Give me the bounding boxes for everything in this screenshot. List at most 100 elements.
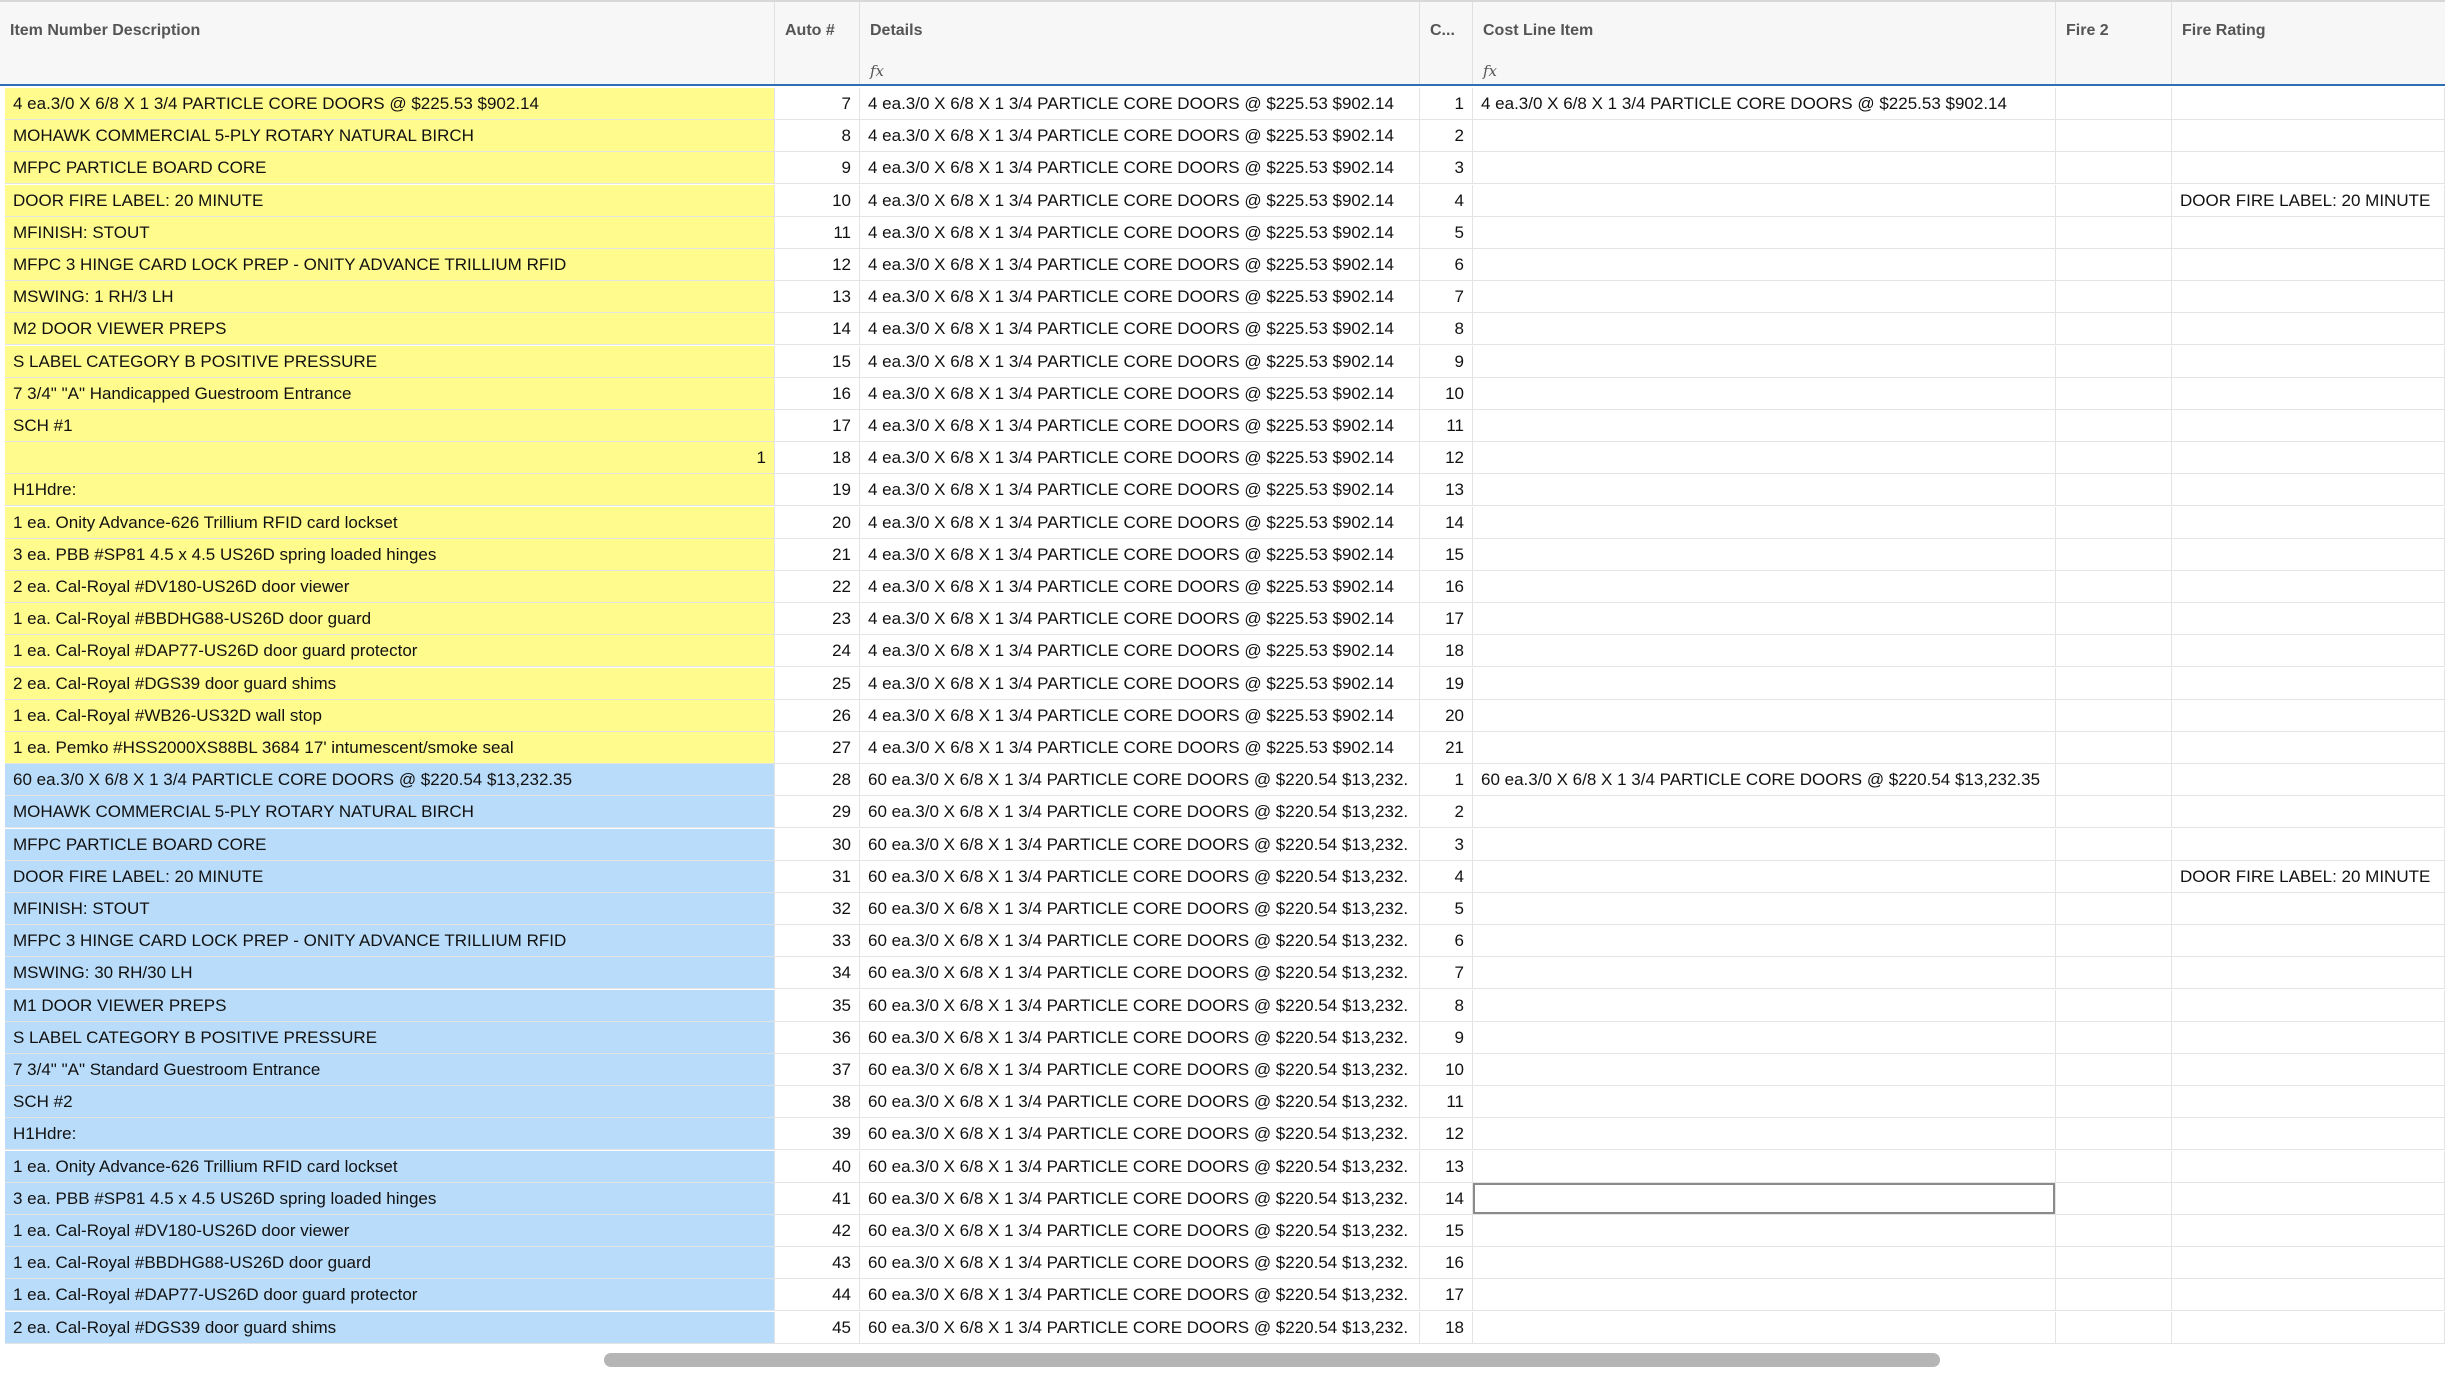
details-cell[interactable]: 4 ea.3/0 X 6/8 X 1 3/4 PARTICLE CORE DOO…: [860, 571, 1420, 603]
c-cell[interactable]: 2: [1420, 120, 1473, 152]
column-header-c[interactable]: C...: [1420, 2, 1473, 84]
table-row[interactable]: 60 ea.3/0 X 6/8 X 1 3/4 PARTICLE CORE DO…: [5, 764, 2445, 796]
fire-2-cell[interactable]: [2056, 635, 2172, 667]
column-header-cost-line-item[interactable]: Cost Line Item fx: [1473, 2, 2056, 84]
c-cell[interactable]: 16: [1420, 1247, 1473, 1279]
details-cell[interactable]: 4 ea.3/0 X 6/8 X 1 3/4 PARTICLE CORE DOO…: [860, 185, 1420, 217]
fire-rating-cell[interactable]: [2172, 990, 2445, 1022]
c-cell[interactable]: 18: [1420, 635, 1473, 667]
c-cell[interactable]: 21: [1420, 732, 1473, 764]
description-cell[interactable]: MFPC PARTICLE BOARD CORE: [5, 152, 775, 184]
fire-2-cell[interactable]: [2056, 764, 2172, 796]
details-cell[interactable]: 60 ea.3/0 X 6/8 X 1 3/4 PARTICLE CORE DO…: [860, 1054, 1420, 1086]
auto-number-cell[interactable]: 44: [775, 1279, 860, 1311]
cost-line-item-cell[interactable]: [1473, 796, 2056, 828]
fire-2-cell[interactable]: [2056, 1022, 2172, 1054]
cost-line-item-cell[interactable]: [1473, 1279, 2056, 1311]
table-row[interactable]: S LABEL CATEGORY B POSITIVE PRESSURE3660…: [5, 1022, 2445, 1054]
fire-rating-cell[interactable]: [2172, 1183, 2445, 1215]
fire-rating-cell[interactable]: [2172, 957, 2445, 989]
table-row[interactable]: 1 ea. Cal-Royal #BBDHG88-US26D door guar…: [5, 603, 2445, 635]
cost-line-item-cell[interactable]: [1473, 249, 2056, 281]
description-cell[interactable]: SCH #2: [5, 1086, 775, 1118]
fire-2-cell[interactable]: [2056, 957, 2172, 989]
description-cell[interactable]: 7 3/4" "A" Handicapped Guestroom Entranc…: [5, 378, 775, 410]
table-row[interactable]: MSWING: 30 RH/30 LH3460 ea.3/0 X 6/8 X 1…: [5, 957, 2445, 989]
details-cell[interactable]: 60 ea.3/0 X 6/8 X 1 3/4 PARTICLE CORE DO…: [860, 1279, 1420, 1311]
fire-rating-cell[interactable]: [2172, 1312, 2445, 1344]
table-row[interactable]: MOHAWK COMMERCIAL 5-PLY ROTARY NATURAL B…: [5, 120, 2445, 152]
c-cell[interactable]: 7: [1420, 281, 1473, 313]
c-cell[interactable]: 3: [1420, 829, 1473, 861]
table-row[interactable]: 1 ea. Cal-Royal #DAP77-US26D door guard …: [5, 635, 2445, 667]
fire-2-cell[interactable]: [2056, 152, 2172, 184]
fire-rating-cell[interactable]: [2172, 700, 2445, 732]
auto-number-cell[interactable]: 24: [775, 635, 860, 667]
fire-rating-cell[interactable]: [2172, 539, 2445, 571]
details-cell[interactable]: 4 ea.3/0 X 6/8 X 1 3/4 PARTICLE CORE DOO…: [860, 120, 1420, 152]
auto-number-cell[interactable]: 12: [775, 249, 860, 281]
cost-line-item-cell[interactable]: [1473, 1312, 2056, 1344]
fire-rating-cell[interactable]: [2172, 313, 2445, 345]
description-cell[interactable]: H1Hdre:: [5, 474, 775, 506]
description-cell[interactable]: DOOR FIRE LABEL: 20 MINUTE: [5, 185, 775, 217]
fire-rating-cell[interactable]: [2172, 635, 2445, 667]
details-cell[interactable]: 4 ea.3/0 X 6/8 X 1 3/4 PARTICLE CORE DOO…: [860, 410, 1420, 442]
cost-line-item-cell[interactable]: [1473, 120, 2056, 152]
auto-number-cell[interactable]: 13: [775, 281, 860, 313]
cost-line-item-cell[interactable]: [1473, 507, 2056, 539]
description-cell[interactable]: SCH #1: [5, 410, 775, 442]
column-header-auto-number[interactable]: Auto #: [775, 2, 860, 84]
auto-number-cell[interactable]: 30: [775, 829, 860, 861]
fire-rating-cell[interactable]: DOOR FIRE LABEL: 20 MINUTE: [2172, 185, 2445, 217]
description-cell[interactable]: 1 ea. Cal-Royal #WB26-US32D wall stop: [5, 700, 775, 732]
table-row[interactable]: 1 ea. Onity Advance-626 Trillium RFID ca…: [5, 507, 2445, 539]
fire-rating-cell[interactable]: [2172, 829, 2445, 861]
auto-number-cell[interactable]: 19: [775, 474, 860, 506]
cost-line-item-cell[interactable]: [1473, 474, 2056, 506]
description-cell[interactable]: 1 ea. Pemko #HSS2000XS88BL 3684 17' intu…: [5, 732, 775, 764]
cost-line-item-cell[interactable]: [1473, 1086, 2056, 1118]
auto-number-cell[interactable]: 18: [775, 442, 860, 474]
fire-rating-cell[interactable]: [2172, 668, 2445, 700]
cost-line-item-cell[interactable]: [1473, 829, 2056, 861]
fire-rating-cell[interactable]: [2172, 120, 2445, 152]
description-cell[interactable]: 1 ea. Onity Advance-626 Trillium RFID ca…: [5, 1151, 775, 1183]
c-cell[interactable]: 17: [1420, 603, 1473, 635]
table-row[interactable]: S LABEL CATEGORY B POSITIVE PRESSURE154 …: [5, 346, 2445, 378]
fire-2-cell[interactable]: [2056, 185, 2172, 217]
fire-2-cell[interactable]: [2056, 507, 2172, 539]
fire-rating-cell[interactable]: [2172, 281, 2445, 313]
cost-line-item-cell[interactable]: [1473, 281, 2056, 313]
auto-number-cell[interactable]: 37: [775, 1054, 860, 1086]
c-cell[interactable]: 17: [1420, 1279, 1473, 1311]
c-cell[interactable]: 15: [1420, 539, 1473, 571]
description-cell[interactable]: 1 ea. Cal-Royal #DAP77-US26D door guard …: [5, 635, 775, 667]
fire-2-cell[interactable]: [2056, 120, 2172, 152]
description-cell[interactable]: MFPC 3 HINGE CARD LOCK PREP - ONITY ADVA…: [5, 249, 775, 281]
c-cell[interactable]: 20: [1420, 700, 1473, 732]
details-cell[interactable]: 60 ea.3/0 X 6/8 X 1 3/4 PARTICLE CORE DO…: [860, 861, 1420, 893]
auto-number-cell[interactable]: 29: [775, 796, 860, 828]
cost-line-item-cell[interactable]: [1473, 635, 2056, 667]
table-row[interactable]: 7 3/4" "A" Handicapped Guestroom Entranc…: [5, 378, 2445, 410]
fire-rating-cell[interactable]: [2172, 88, 2445, 120]
details-cell[interactable]: 60 ea.3/0 X 6/8 X 1 3/4 PARTICLE CORE DO…: [860, 1247, 1420, 1279]
c-cell[interactable]: 19: [1420, 668, 1473, 700]
fire-2-cell[interactable]: [2056, 1247, 2172, 1279]
cost-line-item-cell[interactable]: [1473, 1151, 2056, 1183]
auto-number-cell[interactable]: 9: [775, 152, 860, 184]
c-cell[interactable]: 12: [1420, 442, 1473, 474]
c-cell[interactable]: 13: [1420, 1151, 1473, 1183]
details-cell[interactable]: 4 ea.3/0 X 6/8 X 1 3/4 PARTICLE CORE DOO…: [860, 217, 1420, 249]
fire-rating-cell[interactable]: [2172, 796, 2445, 828]
fire-rating-cell[interactable]: [2172, 1279, 2445, 1311]
fire-rating-cell[interactable]: [2172, 378, 2445, 410]
details-cell[interactable]: 60 ea.3/0 X 6/8 X 1 3/4 PARTICLE CORE DO…: [860, 1215, 1420, 1247]
fire-rating-cell[interactable]: [2172, 1022, 2445, 1054]
fire-rating-cell[interactable]: [2172, 1151, 2445, 1183]
cost-line-item-cell[interactable]: [1473, 442, 2056, 474]
auto-number-cell[interactable]: 22: [775, 571, 860, 603]
c-cell[interactable]: 11: [1420, 1086, 1473, 1118]
column-header-fire-rating[interactable]: Fire Rating: [2172, 2, 2445, 84]
